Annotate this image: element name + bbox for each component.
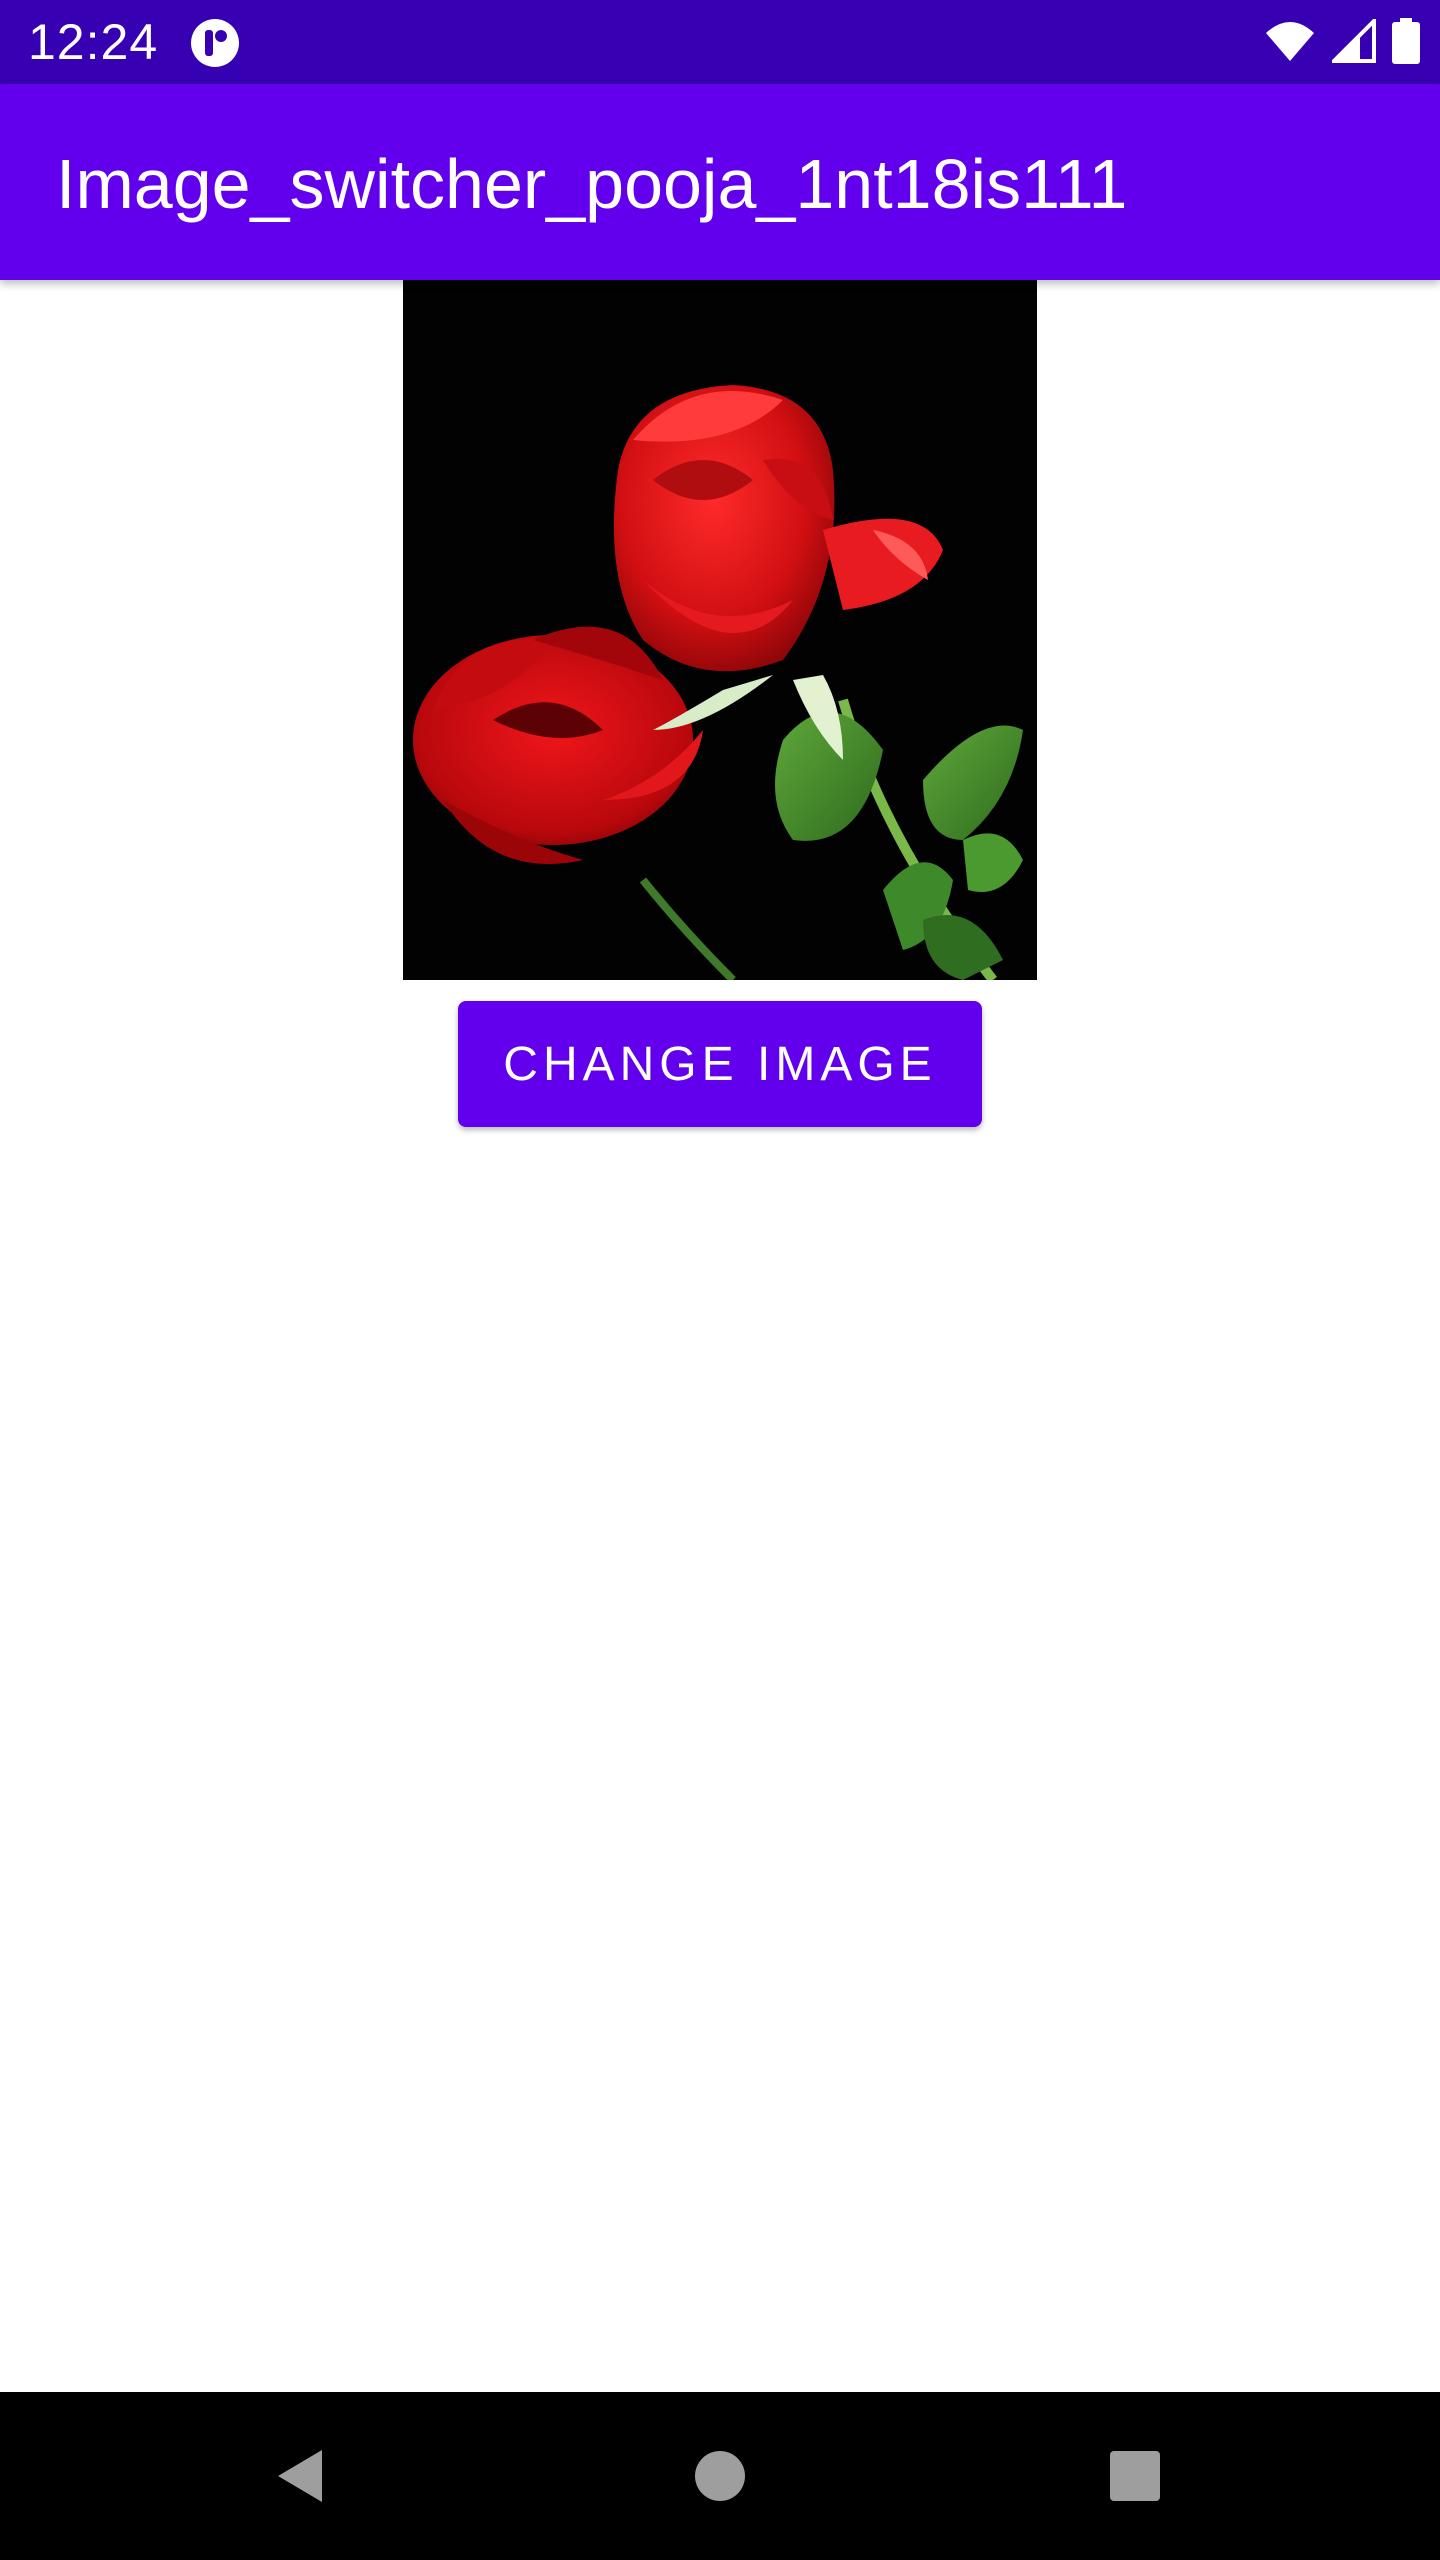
screen: 12:24 Image_switcher_pooja_1nt18is111 CH… (0, 0, 1440, 2560)
app-bar: Image_switcher_pooja_1nt18is111 (0, 84, 1440, 280)
home-icon (695, 2451, 745, 2501)
recents-icon (1110, 2451, 1160, 2501)
navigation-bar (0, 2392, 1440, 2560)
status-bar: 12:24 (0, 0, 1440, 84)
status-icons (1264, 15, 1420, 69)
image-switcher (403, 280, 1037, 980)
change-image-button[interactable]: CHANGE IMAGE (458, 1001, 982, 1127)
rose-image (403, 280, 1037, 980)
app-title: Image_switcher_pooja_1nt18is111 (56, 145, 1128, 223)
wifi-icon (1264, 19, 1316, 68)
battery-icon (1392, 17, 1420, 69)
content-area: CHANGE IMAGE (0, 280, 1440, 2392)
cell-signal-icon (1329, 15, 1376, 68)
back-button[interactable] (250, 2426, 350, 2526)
status-time: 12:24 (28, 14, 159, 70)
app-notification-icon (190, 18, 240, 68)
recents-button[interactable] (1085, 2426, 1185, 2526)
back-icon (278, 2450, 322, 2502)
home-button[interactable] (670, 2426, 770, 2526)
